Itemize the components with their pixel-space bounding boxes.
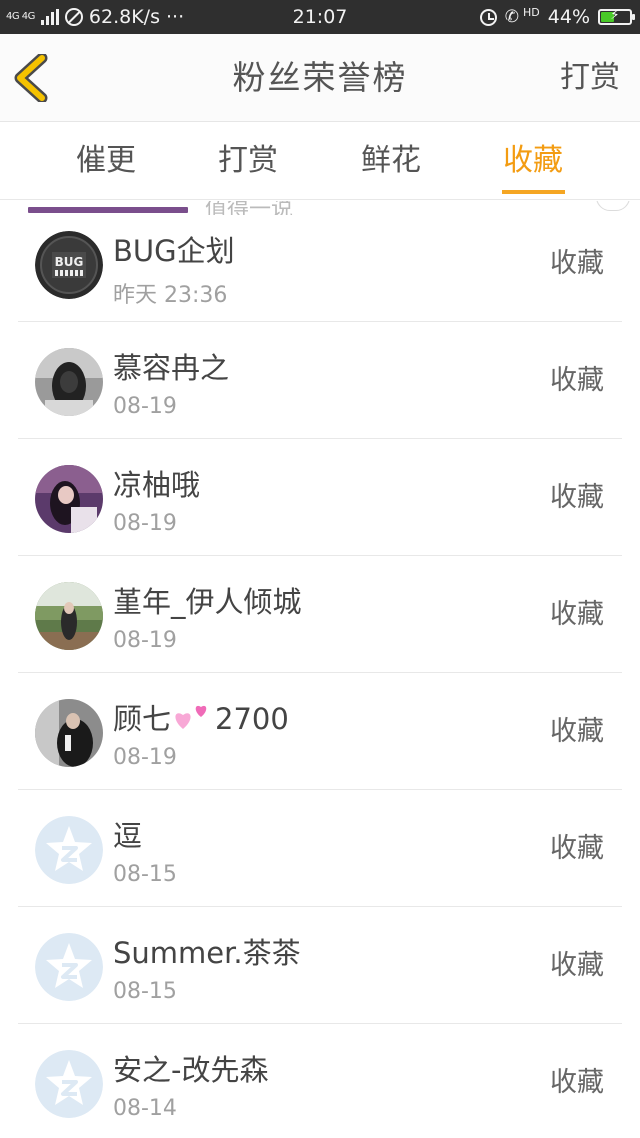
user-name: 凉柚哦: [113, 468, 201, 502]
favorite-date: 08-15: [113, 862, 177, 887]
user-name: 逗: [113, 819, 143, 853]
photo-avatar: [35, 465, 103, 533]
user-name: Summer.茶茶: [113, 936, 301, 970]
favorite-date: 08-15: [113, 979, 177, 1004]
list-item[interactable]: BUG BUG企划 昨天 23:36 收藏: [18, 205, 622, 322]
user-name-text: 顾七: [113, 702, 172, 736]
active-tab-indicator: [502, 190, 565, 194]
hd-call-icon: ✆: [504, 7, 520, 27]
user-name: 安之-改先森: [113, 1053, 269, 1087]
tab-bar: 催更 打赏 鲜花 收藏: [0, 122, 640, 200]
favorite-date: 08-19: [113, 511, 177, 536]
tab-flowers[interactable]: 鲜花: [331, 122, 451, 200]
status-bar-right: ✆ HD 44% ⚡: [479, 0, 635, 34]
user-name: 慕容冉之: [113, 351, 230, 385]
charging-icon: ⚡: [610, 8, 620, 23]
list-item[interactable]: Summer.茶茶 08-15 收藏: [18, 907, 622, 1024]
battery-percent: 44%: [547, 6, 590, 28]
header-bar: 粉丝荣誉榜 打赏: [0, 34, 640, 122]
favorite-date: 08-19: [113, 394, 177, 419]
photo-avatar: [35, 699, 103, 767]
photo-avatar: [35, 348, 103, 416]
list-item[interactable]: 凉柚哦 08-19 收藏: [18, 439, 622, 556]
tab-urge-update[interactable]: 催更: [46, 122, 166, 200]
favorite-date: 昨天 23:36: [113, 283, 228, 308]
default-qzone-avatar: [35, 1050, 103, 1118]
favorite-date: 08-19: [113, 628, 177, 653]
favorite-label: 收藏: [550, 1067, 604, 1098]
user-name: 堇年_伊人倾城: [113, 585, 302, 619]
list-item[interactable]: 逗 08-15 收藏: [18, 790, 622, 907]
photo-avatar: [35, 582, 103, 650]
tab-favorites[interactable]: 收藏: [473, 122, 593, 200]
favorite-date: 08-19: [113, 745, 177, 770]
favorite-label: 收藏: [550, 482, 604, 513]
reward-button[interactable]: 打赏: [560, 34, 620, 122]
battery-icon: ⚡: [598, 8, 635, 25]
hearts-emoji-icon: [173, 701, 213, 738]
bug-logo-avatar: BUG: [35, 231, 103, 299]
favorite-label: 收藏: [550, 716, 604, 747]
tab-reward[interactable]: 打赏: [188, 122, 308, 200]
list-item[interactable]: 慕容冉之 08-19 收藏: [18, 322, 622, 439]
alarm-icon: [479, 8, 497, 26]
default-qzone-avatar: [35, 933, 103, 1001]
svg-text:BUG: BUG: [55, 255, 84, 269]
favorite-label: 收藏: [550, 365, 604, 396]
favorite-label: 收藏: [550, 950, 604, 981]
list-item[interactable]: 堇年_伊人倾城 08-19 收藏: [18, 556, 622, 673]
favorite-label: 收藏: [550, 833, 604, 864]
hd-label: HD: [523, 5, 540, 19]
page-title: 粉丝荣誉榜: [232, 58, 408, 97]
status-bar: 4G 4G 62.8K/s ··· 21:07 ✆ HD 44% ⚡: [0, 0, 640, 34]
user-name-suffix: 2700: [215, 702, 289, 736]
favorite-label: 收藏: [550, 248, 604, 279]
default-qzone-avatar: [35, 816, 103, 884]
list-item[interactable]: 安之-改先森 08-14 收藏: [18, 1024, 622, 1138]
user-name: 顾七 2700: [113, 696, 289, 738]
favorite-date: 08-14: [113, 1096, 177, 1121]
user-name: BUG企划: [113, 234, 235, 268]
favorite-label: 收藏: [550, 599, 604, 630]
list-item[interactable]: 顾七 2700 08-19 收藏: [18, 673, 622, 790]
fan-list[interactable]: 值得一说 BUG BUG企划 昨天 23:36 收藏 慕容冉之 08-19 收藏…: [0, 201, 640, 1138]
